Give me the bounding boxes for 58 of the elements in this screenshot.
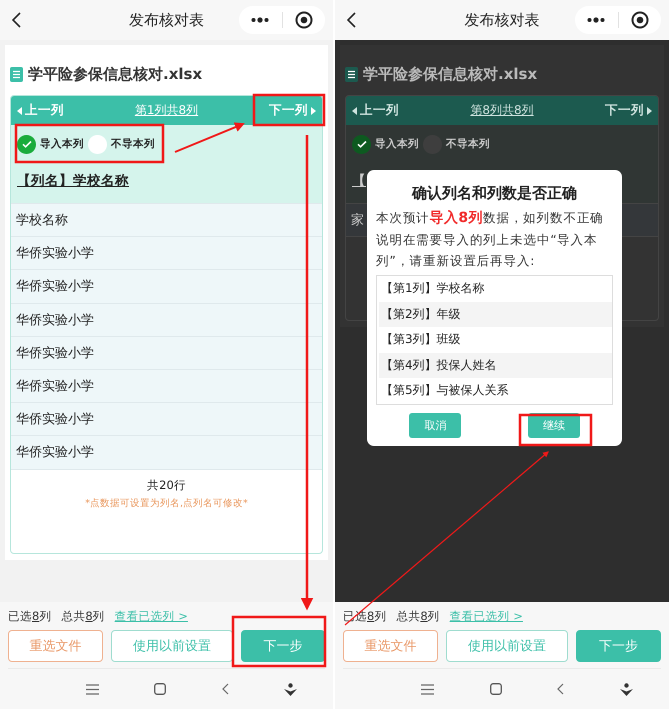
selected-count: 已选8列 [8,608,52,624]
column-name[interactable]: 【列名】学校名称 [17,172,129,190]
option-label[interactable]: 不导本列 [111,137,155,151]
radio-circle-icon[interactable] [88,134,107,154]
table-cell[interactable]: 华侨实验小学 [11,336,322,369]
column-list-item: 【第2列】年级 [379,302,612,327]
column-name[interactable]: 【 [352,172,366,190]
more-icon[interactable] [587,17,606,23]
table-cell[interactable]: 华侨实验小学 [11,402,322,436]
file-name: 学平险参保信息核对.xlsx [363,64,538,84]
column-list-item: 【第3列】班级 [380,331,462,348]
home-square-icon[interactable] [154,683,166,695]
triangle-left-icon [352,106,357,114]
menu-icon[interactable] [86,684,99,694]
table-cell[interactable]: 华侨实验小学 [11,435,322,468]
assistant-icon[interactable] [620,682,634,696]
table-cell[interactable]: 华侨实验小学 [11,368,322,402]
column-position: 第8列共8列 [470,102,534,119]
triangle-right-icon [311,106,316,114]
dialog-message: 本次预计导入8列数据，如列数不正确说明在需要导入的列上未选中“导入本列”，请重新设置后再导入: [376,209,605,270]
row-count: 共20行 [147,478,186,492]
assistant-icon[interactable] [284,682,298,696]
option-label[interactable]: 导入本列 [375,137,419,151]
more-icon[interactable] [251,17,270,23]
dialog-title: 确认列名和列数是否正确 [410,184,578,203]
close-target-icon[interactable] [294,11,313,29]
page-title: 发布核对表 [129,10,204,28]
document-icon [345,66,358,82]
hint-text: *点数据可设置为列名,点列名可修改* [84,496,249,510]
column-list-item: 【第4列】投保人姓名 [379,352,612,378]
back-chevron-icon[interactable] [222,683,229,695]
table-cell[interactable]: 华侨实验小学 [11,302,322,336]
check-circle-icon[interactable] [352,134,371,154]
table-cell[interactable]: 华侨实验小学 [11,236,322,270]
triangle-right-icon [647,106,652,114]
table-cell[interactable]: 学校名称 [11,203,322,236]
column-list-item: 【第1列】学校名称 [380,280,486,298]
annotation-arrow [174,122,245,153]
document-icon [10,66,23,82]
back-icon[interactable] [12,12,21,28]
previous-column-link[interactable]: 上一列 [352,102,399,119]
check-circle-icon[interactable] [17,134,36,154]
total-count: 总共8列 [61,608,105,624]
back-chevron-icon[interactable] [557,683,564,695]
next-column-link[interactable]: 下一列 [605,102,652,119]
column-position: 第1列共8列 [134,102,198,119]
option-label[interactable]: 导入本列 [40,137,84,151]
back-icon[interactable] [347,12,356,28]
table-cell[interactable]: 华侨实验小学 [11,269,322,303]
file-name: 学平险参保信息核对.xlsx [28,64,202,84]
option-label[interactable]: 不导本列 [446,137,490,151]
page-title: 发布核对表 [464,10,540,28]
menu-icon[interactable] [420,684,434,694]
column-list-item: 【第5列】与被保人关系 [380,382,510,398]
total-count: 总共8列 [396,608,440,624]
home-square-icon[interactable] [490,683,502,695]
triangle-left-icon [17,106,22,114]
close-target-icon[interactable] [630,11,649,29]
